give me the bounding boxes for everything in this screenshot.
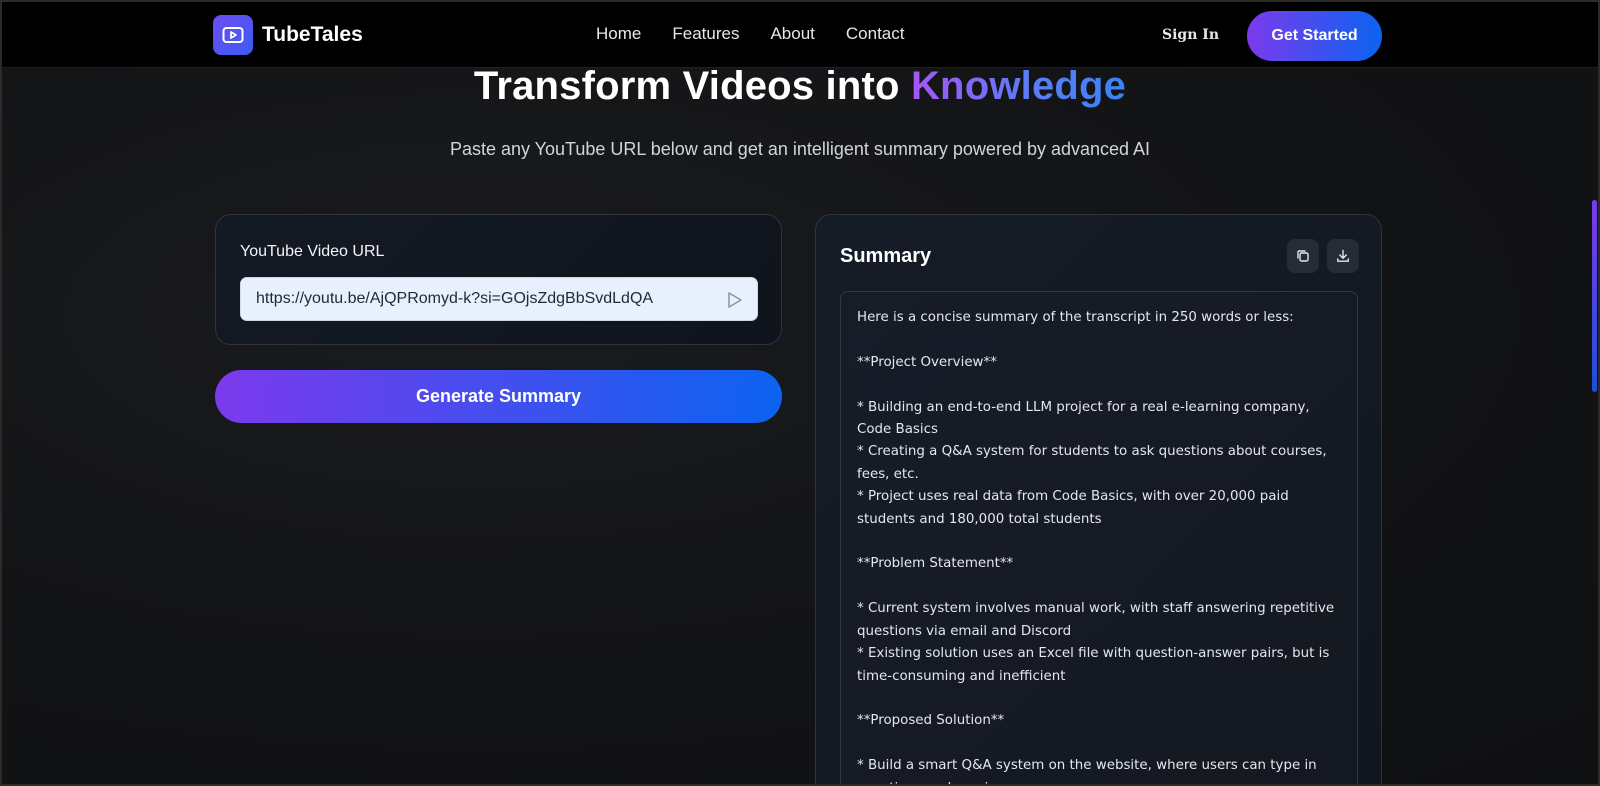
app-window: TubeTales Home Features About Contact Si… bbox=[0, 0, 1600, 786]
summary-card: Summary Here is a concise summary of the… bbox=[815, 214, 1382, 784]
brand-name: TubeTales bbox=[262, 23, 363, 46]
hero-title-main: Transform Videos into bbox=[473, 64, 911, 108]
page-scrollbar[interactable] bbox=[1590, 2, 1598, 784]
url-input-label: YouTube Video URL bbox=[240, 243, 385, 260]
download-icon bbox=[1337, 249, 1349, 262]
play-icon bbox=[213, 15, 253, 55]
get-started-button[interactable]: Get Started bbox=[1247, 11, 1382, 61]
nav-link-home[interactable]: Home bbox=[596, 24, 641, 44]
summary-text: Here is a concise summary of the transcr… bbox=[857, 310, 1335, 784]
summary-output[interactable]: Here is a concise summary of the transcr… bbox=[840, 291, 1358, 784]
nav-link-about[interactable]: About bbox=[770, 24, 814, 44]
copy-button[interactable] bbox=[1287, 239, 1319, 273]
main-nav: Home Features About Contact bbox=[596, 24, 904, 44]
url-input-card: YouTube Video URL bbox=[215, 214, 782, 345]
copy-icon bbox=[1297, 250, 1309, 262]
scrollbar-thumb[interactable] bbox=[1592, 200, 1597, 392]
hero-subtitle: Paste any YouTube URL below and get an i… bbox=[449, 139, 1151, 159]
url-input[interactable] bbox=[241, 278, 711, 320]
nav-link-contact[interactable]: Contact bbox=[846, 24, 905, 44]
nav-link-features[interactable]: Features bbox=[672, 24, 739, 44]
hero-title: Transform Videos into Knowledge bbox=[2, 64, 1598, 109]
sign-in-link[interactable]: Sign In bbox=[1162, 27, 1219, 43]
navbar: TubeTales Home Features About Contact Si… bbox=[2, 2, 1598, 68]
url-field bbox=[240, 277, 758, 321]
summary-title: Summary bbox=[840, 245, 932, 267]
send-icon[interactable] bbox=[725, 290, 745, 310]
hero-title-accent: Knowledge bbox=[910, 64, 1127, 108]
brand-logo[interactable]: TubeTales bbox=[213, 15, 363, 55]
download-button[interactable] bbox=[1327, 239, 1359, 273]
generate-summary-button[interactable]: Generate Summary bbox=[215, 370, 782, 423]
